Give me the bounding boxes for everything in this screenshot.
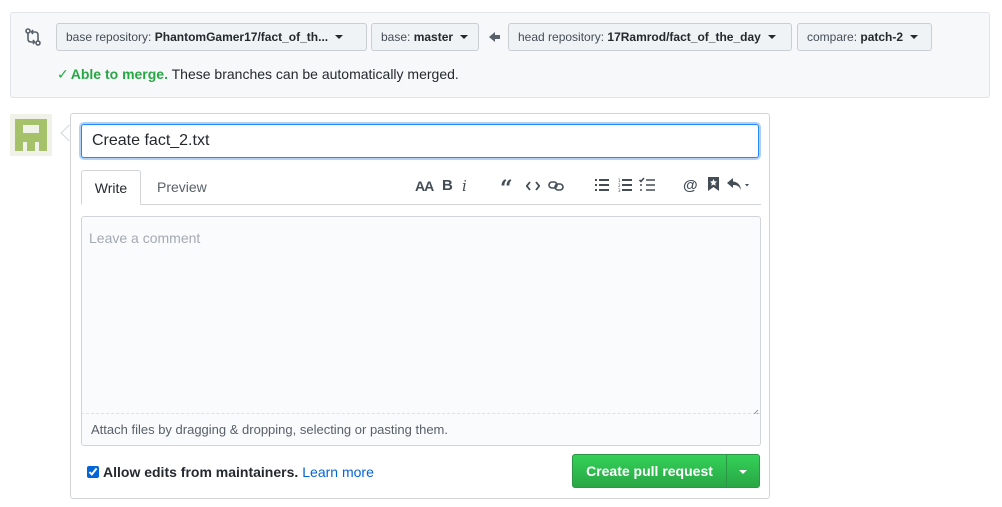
base-repository-select[interactable]: base repository: PhantomGamer17/fact_of_… (56, 23, 367, 51)
git-compare-icon (25, 28, 43, 46)
chevron-down-icon (460, 34, 469, 39)
create-pull-request-dropdown[interactable] (726, 454, 760, 488)
allow-edits-label: Allow edits from maintainers. (103, 464, 299, 480)
pr-title-input[interactable] (81, 124, 759, 158)
svg-text:3: 3 (618, 188, 621, 192)
chevron-down-icon (768, 34, 777, 39)
tab-write[interactable]: Write (81, 170, 141, 205)
arrow-left-icon (489, 30, 501, 46)
quote-icon[interactable]: “ (500, 176, 513, 202)
compare-branch-value: patch-2 (860, 30, 904, 44)
merge-status-detail: These branches can be automatically merg… (171, 66, 459, 82)
chevron-down-icon (910, 34, 919, 39)
link-icon[interactable] (548, 181, 564, 201)
base-branch-value: master (413, 30, 454, 44)
chevron-down-icon (739, 470, 747, 474)
ordered-list-icon[interactable]: 123 (618, 178, 632, 198)
pull-request-composer: Write Preview AA B i “ 123 @ Attach file… (70, 113, 770, 499)
bold-icon[interactable]: B (442, 176, 453, 196)
attach-files-bar[interactable]: Attach files by dragging & dropping, sel… (81, 414, 761, 446)
compare-branch-label: compare: (807, 30, 858, 44)
base-branch-select[interactable]: base: master (371, 23, 479, 51)
compare-range-box: base repository: PhantomGamer17/fact_of_… (10, 12, 990, 98)
avatar[interactable] (10, 114, 52, 156)
allow-edits-option[interactable]: Allow edits from maintainers. Learn more (87, 464, 374, 480)
base-repository-label: base repository: (66, 30, 152, 44)
compare-branch-select[interactable]: compare: patch-2 (797, 23, 932, 51)
reply-icon[interactable] (727, 178, 753, 198)
heading-icon[interactable]: AA (415, 176, 434, 196)
task-list-icon[interactable] (639, 177, 655, 197)
merge-status: ✓ Able to merge. These branches can be au… (57, 66, 459, 83)
comment-textarea[interactable] (81, 216, 761, 414)
code-icon[interactable] (526, 180, 540, 200)
saved-reply-icon[interactable] (708, 177, 719, 197)
learn-more-link[interactable]: Learn more (302, 464, 374, 480)
chevron-down-icon (335, 34, 344, 39)
unordered-list-icon[interactable] (595, 179, 609, 199)
check-icon: ✓ (57, 66, 69, 82)
base-repository-value: PhantomGamer17/fact_of_th... (154, 30, 329, 44)
create-pull-request-button[interactable]: Create pull request (572, 454, 727, 488)
base-branch-label: base: (381, 30, 411, 44)
italic-icon[interactable]: i (462, 176, 467, 196)
mention-icon[interactable]: @ (683, 176, 698, 196)
head-repository-select[interactable]: head repository: 17Ramrod/fact_of_the_da… (508, 23, 792, 51)
head-repository-label: head repository: (518, 30, 605, 44)
tab-preview[interactable]: Preview (145, 170, 219, 205)
allow-edits-checkbox[interactable] (87, 466, 99, 478)
head-repository-value: 17Ramrod/fact_of_the_day (607, 30, 761, 44)
merge-status-ok: Able to merge. (70, 66, 168, 82)
